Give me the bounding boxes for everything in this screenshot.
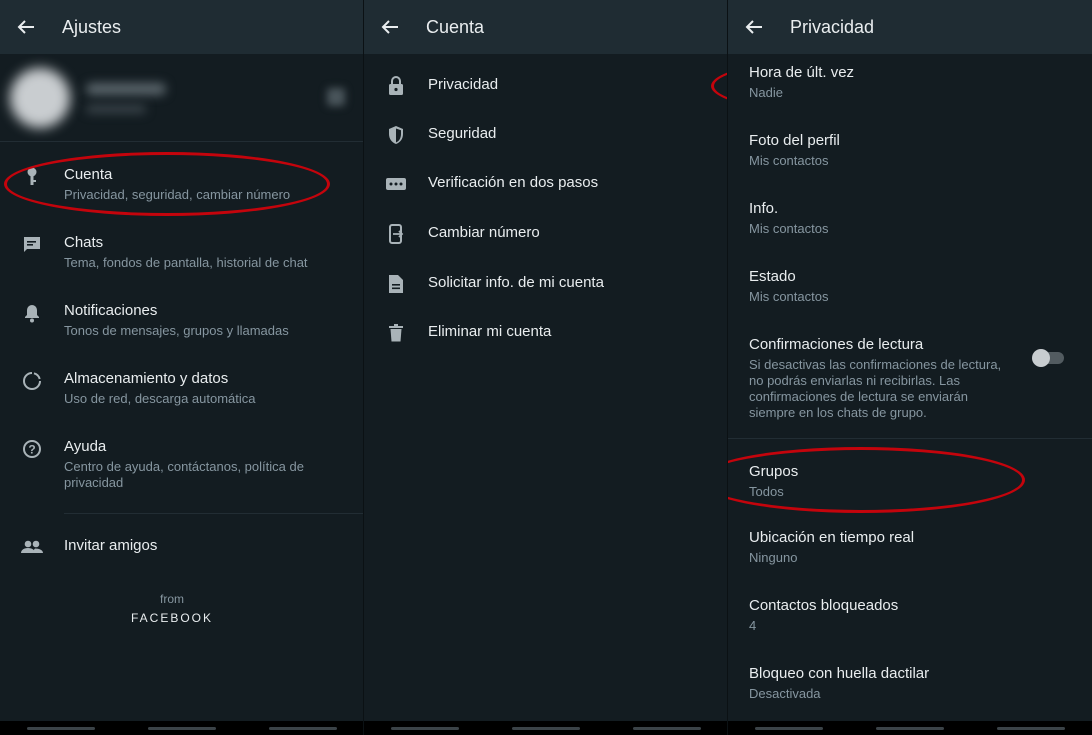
privacy-item-ultima-vez[interactable]: Hora de últ. vez Nadie: [728, 54, 1092, 122]
item-title: Chats: [64, 234, 104, 251]
back-arrow-icon[interactable]: [744, 17, 764, 37]
item-title: Estado: [749, 268, 796, 285]
privacy-panel: Privacidad Hora de últ. vez Nadie Foto d…: [728, 0, 1092, 735]
profile-name-blurred: [86, 82, 166, 113]
privacy-item-huella[interactable]: Bloqueo con huella dactilar Desactivada: [728, 657, 1092, 725]
item-subtitle: Centro de ayuda, contáctanos, política d…: [64, 459, 304, 490]
trash-icon: [364, 322, 428, 342]
page-title: Cuenta: [426, 16, 485, 37]
item-title: Cuenta: [64, 166, 113, 183]
item-title: Seguridad: [428, 124, 497, 142]
phone-swap-icon: [364, 222, 428, 244]
item-value: Mis contactos: [749, 289, 829, 304]
item-title: Info.: [749, 200, 779, 217]
people-icon: [0, 538, 64, 554]
item-title: Hora de últ. vez: [749, 64, 855, 81]
page-title: Ajustes: [62, 16, 122, 37]
item-title: Eliminar mi cuenta: [428, 323, 552, 340]
item-title: Almacenamiento y datos: [64, 370, 229, 387]
footer-from: from: [160, 592, 184, 606]
back-arrow-icon[interactable]: [380, 17, 400, 37]
account-panel: Cuenta Privacidad Seguridad Verificación…: [364, 0, 728, 735]
item-subtitle: Uso de red, descarga automática: [64, 391, 256, 406]
account-item-seguridad[interactable]: Seguridad: [364, 109, 727, 158]
privacy-item-ubicacion[interactable]: Ubicación en tiempo real Ninguno: [728, 521, 1092, 589]
item-title: Notificaciones: [64, 302, 158, 319]
settings-item-cuenta[interactable]: Cuenta Privacidad, seguridad, cambiar nú…: [0, 165, 363, 203]
app-bar: Privacidad: [728, 0, 1092, 54]
item-value: Nadie: [749, 85, 783, 100]
item-title: Invitar amigos: [64, 537, 158, 554]
system-nav-bar: [728, 721, 1092, 735]
item-value: Desactivada: [749, 686, 821, 701]
item-subtitle: Tonos de mensajes, grupos y llamadas: [64, 323, 289, 338]
privacy-item-bloqueados[interactable]: Contactos bloqueados 4: [728, 589, 1092, 657]
storage-icon: [0, 369, 64, 391]
item-title: Privacidad: [428, 75, 499, 93]
app-bar: Cuenta: [364, 0, 727, 54]
item-title: Verificación en dos pasos: [428, 174, 599, 191]
privacy-item-foto-perfil[interactable]: Foto del perfil Mis contactos: [728, 122, 1092, 190]
avatar: [10, 67, 70, 128]
item-title: Contactos bloqueados: [749, 597, 899, 614]
item-title: Solicitar info. de mi cuenta: [428, 273, 604, 291]
item-title: Ayuda: [64, 438, 107, 455]
item-value: Mis contactos: [749, 153, 829, 168]
system-nav-bar: [0, 721, 363, 735]
settings-item-notificaciones[interactable]: Notificaciones Tonos de mensajes, grupos…: [0, 301, 363, 339]
qr-icon[interactable]: [327, 88, 345, 106]
privacy-item-grupos[interactable]: Grupos Todos: [728, 439, 1092, 521]
svg-text:?: ?: [28, 443, 35, 457]
account-item-solicitar-info[interactable]: Solicitar info. de mi cuenta: [364, 258, 727, 307]
back-arrow-icon[interactable]: [16, 17, 36, 37]
settings-item-almacenamiento[interactable]: Almacenamiento y datos Uso de red, desca…: [0, 369, 363, 407]
settings-panel: Ajustes Cuenta Privacidad, seguridad, ca…: [0, 0, 364, 735]
chat-icon: [0, 233, 64, 253]
privacy-item-confirmaciones-lectura[interactable]: Confirmaciones de lectura Si desactivas …: [728, 326, 1092, 438]
help-icon: ?: [0, 437, 64, 459]
item-subtitle: Privacidad, seguridad, cambiar número: [64, 187, 291, 202]
bell-icon: [0, 301, 64, 323]
item-title: Bloqueo con huella dactilar: [749, 665, 930, 682]
item-description: Si desactivas las confirmaciones de lect…: [749, 357, 1002, 420]
footer: from FACEBOOK: [0, 592, 363, 625]
footer-brand: FACEBOOK: [130, 611, 214, 625]
app-bar: Ajustes: [0, 0, 363, 54]
item-title: Ubicación en tiempo real: [749, 529, 915, 546]
divider: [0, 141, 363, 142]
settings-item-ayuda[interactable]: ? Ayuda Centro de ayuda, contáctanos, po…: [0, 437, 363, 491]
invite-friends-item[interactable]: Invitar amigos: [0, 536, 363, 556]
item-title: Foto del perfil: [749, 132, 840, 149]
dots-icon: [364, 176, 428, 190]
item-title: Grupos: [749, 463, 799, 480]
page-title: Privacidad: [790, 16, 875, 37]
read-receipts-toggle[interactable]: [1032, 349, 1064, 367]
settings-item-chats[interactable]: Chats Tema, fondos de pantalla, historia…: [0, 233, 363, 271]
account-item-eliminar[interactable]: Eliminar mi cuenta: [364, 307, 727, 357]
item-title: Cambiar número: [428, 224, 540, 241]
privacy-item-estado[interactable]: Estado Mis contactos: [728, 258, 1092, 326]
privacy-item-info[interactable]: Info. Mis contactos: [728, 190, 1092, 258]
account-item-cambiar-numero[interactable]: Cambiar número: [364, 208, 727, 258]
divider: [64, 513, 363, 514]
item-value: Mis contactos: [749, 221, 829, 236]
account-item-verificacion[interactable]: Verificación en dos pasos: [364, 158, 727, 208]
document-icon: [364, 272, 428, 294]
account-item-privacidad[interactable]: Privacidad: [364, 60, 727, 109]
shield-icon: [364, 123, 428, 145]
profile-row[interactable]: [0, 54, 363, 141]
item-subtitle: Tema, fondos de pantalla, historial de c…: [64, 255, 308, 270]
item-value: Ninguno: [749, 550, 798, 565]
system-nav-bar: [364, 721, 727, 735]
lock-icon: [364, 74, 428, 96]
item-value: 4: [749, 618, 757, 633]
item-value: Todos: [749, 484, 784, 499]
key-icon: [0, 165, 64, 187]
